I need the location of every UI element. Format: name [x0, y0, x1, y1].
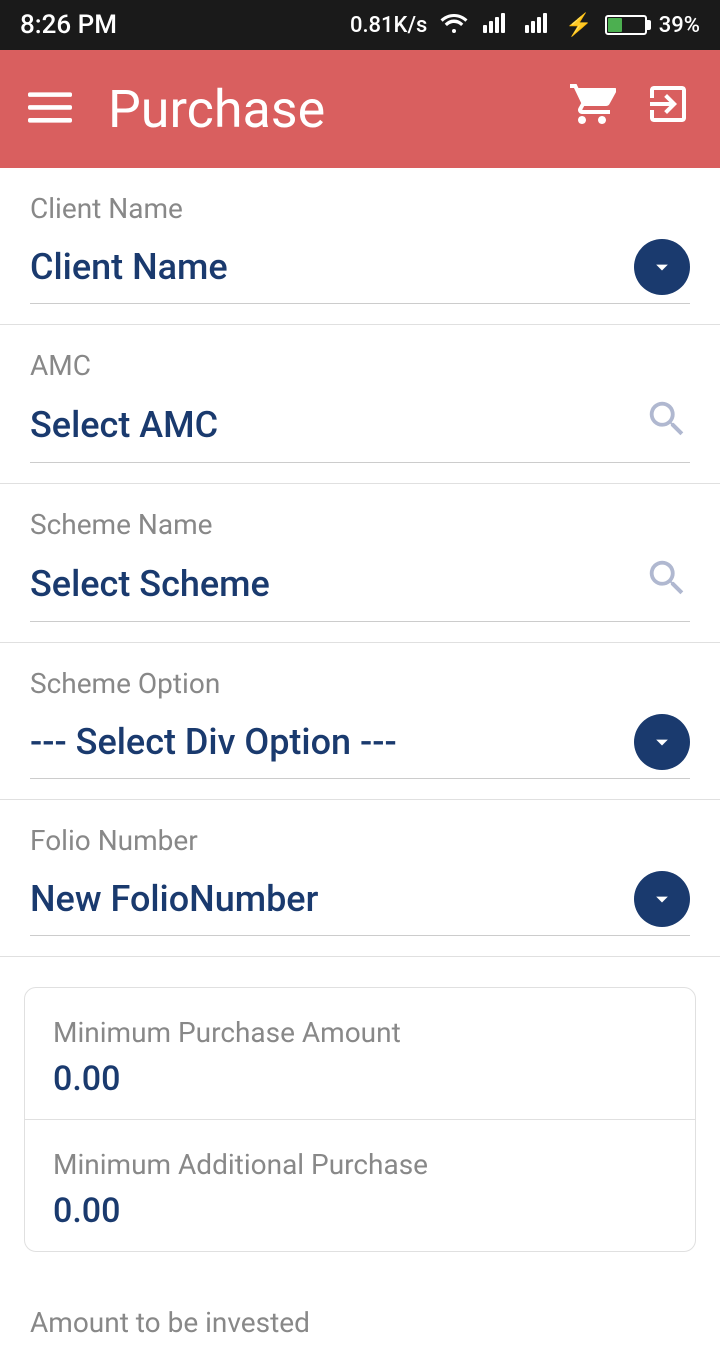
amc-label: AMC — [30, 349, 690, 382]
scheme-option-section: Scheme Option --- Select Div Option --- — [0, 643, 720, 800]
scheme-name-value: Select Scheme — [30, 563, 270, 605]
min-purchase-row: Minimum Purchase Amount 0.00 — [25, 988, 695, 1120]
client-name-value: Client Name — [30, 246, 228, 288]
min-additional-label: Minimum Additional Purchase — [53, 1148, 667, 1181]
charging-icon: ⚡ — [565, 13, 592, 38]
scheme-option-value: --- Select Div Option --- — [30, 721, 397, 763]
client-name-section: Client Name Client Name — [0, 168, 720, 325]
main-content: Client Name Client Name AMC Select AMC S… — [0, 168, 720, 1359]
folio-number-label: Folio Number — [30, 824, 690, 857]
folio-number-value: New FolioNumber — [30, 878, 318, 920]
amc-section: AMC Select AMC — [0, 325, 720, 484]
min-additional-value: 0.00 — [53, 1191, 667, 1231]
scheme-option-label: Scheme Option — [30, 667, 690, 700]
amc-search-icon[interactable] — [644, 396, 690, 454]
client-name-row[interactable]: Client Name — [30, 239, 690, 304]
signal-icon-2 — [523, 11, 553, 39]
amount-label: Amount to be invested — [30, 1306, 690, 1339]
folio-number-row[interactable]: New FolioNumber — [30, 871, 690, 936]
amount-section: Amount to be invested — [0, 1282, 720, 1359]
status-time: 8:26 PM — [20, 10, 117, 40]
scheme-name-label: Scheme Name — [30, 508, 690, 541]
amc-row[interactable]: Select AMC — [30, 396, 690, 463]
battery-icon — [605, 15, 647, 35]
amc-value: Select AMC — [30, 404, 218, 446]
signal-icon-1 — [481, 11, 511, 39]
min-purchase-label: Minimum Purchase Amount — [53, 1016, 667, 1049]
menu-icon[interactable] — [28, 85, 72, 133]
logout-icon[interactable] — [644, 80, 692, 139]
battery-percent: 39% — [659, 13, 700, 38]
network-speed: 0.81K/s — [350, 13, 427, 38]
scheme-option-dropdown[interactable] — [634, 714, 690, 770]
scheme-search-icon[interactable] — [644, 555, 690, 613]
header-actions — [568, 80, 692, 139]
client-name-dropdown[interactable] — [634, 239, 690, 295]
folio-number-section: Folio Number New FolioNumber — [0, 800, 720, 957]
status-indicators: 0.81K/s ⚡ — [350, 10, 700, 40]
info-card: Minimum Purchase Amount 0.00 Minimum Add… — [24, 987, 696, 1252]
min-additional-row: Minimum Additional Purchase 0.00 — [25, 1120, 695, 1251]
scheme-name-section: Scheme Name Select Scheme — [0, 484, 720, 643]
cart-icon[interactable] — [568, 80, 616, 139]
status-bar: 8:26 PM 0.81K/s — [0, 0, 720, 50]
scheme-name-row[interactable]: Select Scheme — [30, 555, 690, 622]
wifi-icon — [439, 10, 469, 40]
scheme-option-row[interactable]: --- Select Div Option --- — [30, 714, 690, 779]
page-title: Purchase — [108, 79, 325, 140]
min-purchase-value: 0.00 — [53, 1059, 667, 1099]
folio-number-dropdown[interactable] — [634, 871, 690, 927]
app-header: Purchase — [0, 50, 720, 168]
client-name-label: Client Name — [30, 192, 690, 225]
